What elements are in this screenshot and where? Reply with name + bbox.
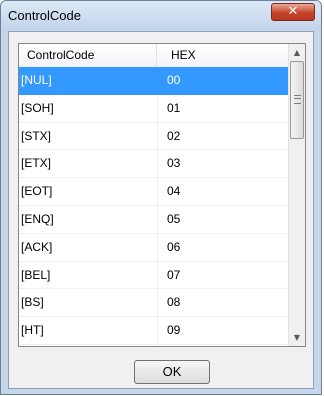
cell-hex: 09 [167, 323, 181, 338]
table-row[interactable]: [BEL] 07 [19, 262, 288, 290]
cell-hex: 01 [167, 100, 181, 115]
scrollbar-thumb[interactable] [290, 61, 304, 139]
cell-hex: 06 [167, 239, 181, 254]
column-header-controlcode[interactable]: ControlCode [19, 44, 157, 67]
cell-hex: 04 [167, 184, 181, 199]
cell-controlcode: [BS] [21, 295, 44, 310]
table-row[interactable]: [ENQ] 05 [19, 206, 288, 234]
cell-hex: 02 [167, 128, 181, 143]
cell-controlcode: [STX] [21, 128, 52, 143]
table-row[interactable]: [EOT] 04 [19, 178, 288, 206]
close-icon: ✕ [287, 4, 299, 19]
dialog-body: ControlCode HEX [NUL] 00 [SOH] 01 [STX] 02 [ET… [8, 31, 314, 389]
cell-controlcode: [ENQ] [21, 211, 54, 226]
cell-controlcode: [EOT] [21, 184, 53, 199]
table-row[interactable]: [STX] 02 [19, 123, 288, 151]
table-row[interactable]: [NUL] 00 [19, 67, 288, 95]
scroll-down-arrow-icon[interactable]: ▼ [289, 329, 305, 346]
cell-controlcode: [ACK] [21, 239, 53, 254]
table-row[interactable]: [SOH] 01 [19, 95, 288, 123]
list-rows: [NUL] 00 [SOH] 01 [STX] 02 [ETX] 03 [EOT] 04 [ENQ]… [19, 67, 288, 345]
controlcode-dialog: ControlCode ✕ ControlCode HEX [NUL] 00 [SO… [0, 0, 322, 395]
vertical-scrollbar[interactable]: ▲ ▼ [288, 44, 305, 346]
table-row[interactable]: [BS] 08 [19, 289, 288, 318]
cell-hex: 03 [167, 156, 181, 171]
column-header-hex[interactable]: HEX [157, 44, 288, 67]
title-bar[interactable]: ControlCode ✕ [1, 1, 321, 31]
window-title: ControlCode [8, 8, 81, 23]
cell-hex: 05 [167, 211, 181, 226]
cell-controlcode: [SOH] [21, 100, 54, 115]
table-row[interactable]: [ETX] 03 [19, 150, 288, 179]
ok-button[interactable]: OK [134, 360, 210, 384]
close-button[interactable]: ✕ [271, 3, 315, 21]
cell-hex: 08 [167, 295, 181, 310]
scroll-up-arrow-icon[interactable]: ▲ [289, 44, 305, 61]
cell-controlcode: [NUL] [21, 73, 52, 87]
control-code-list[interactable]: ControlCode HEX [NUL] 00 [SOH] 01 [STX] 02 [ET… [18, 43, 306, 347]
cell-hex: 00 [167, 73, 181, 87]
grip-icon [294, 95, 301, 104]
cell-controlcode: [ETX] [21, 156, 52, 171]
cell-controlcode: [BEL] [21, 267, 51, 282]
table-row[interactable]: [ACK] 06 [19, 234, 288, 262]
list-header: ControlCode HEX [19, 44, 288, 68]
table-row[interactable]: [HT] 09 [19, 317, 288, 345]
cell-controlcode: [HT] [21, 323, 44, 338]
cell-hex: 07 [167, 267, 181, 282]
